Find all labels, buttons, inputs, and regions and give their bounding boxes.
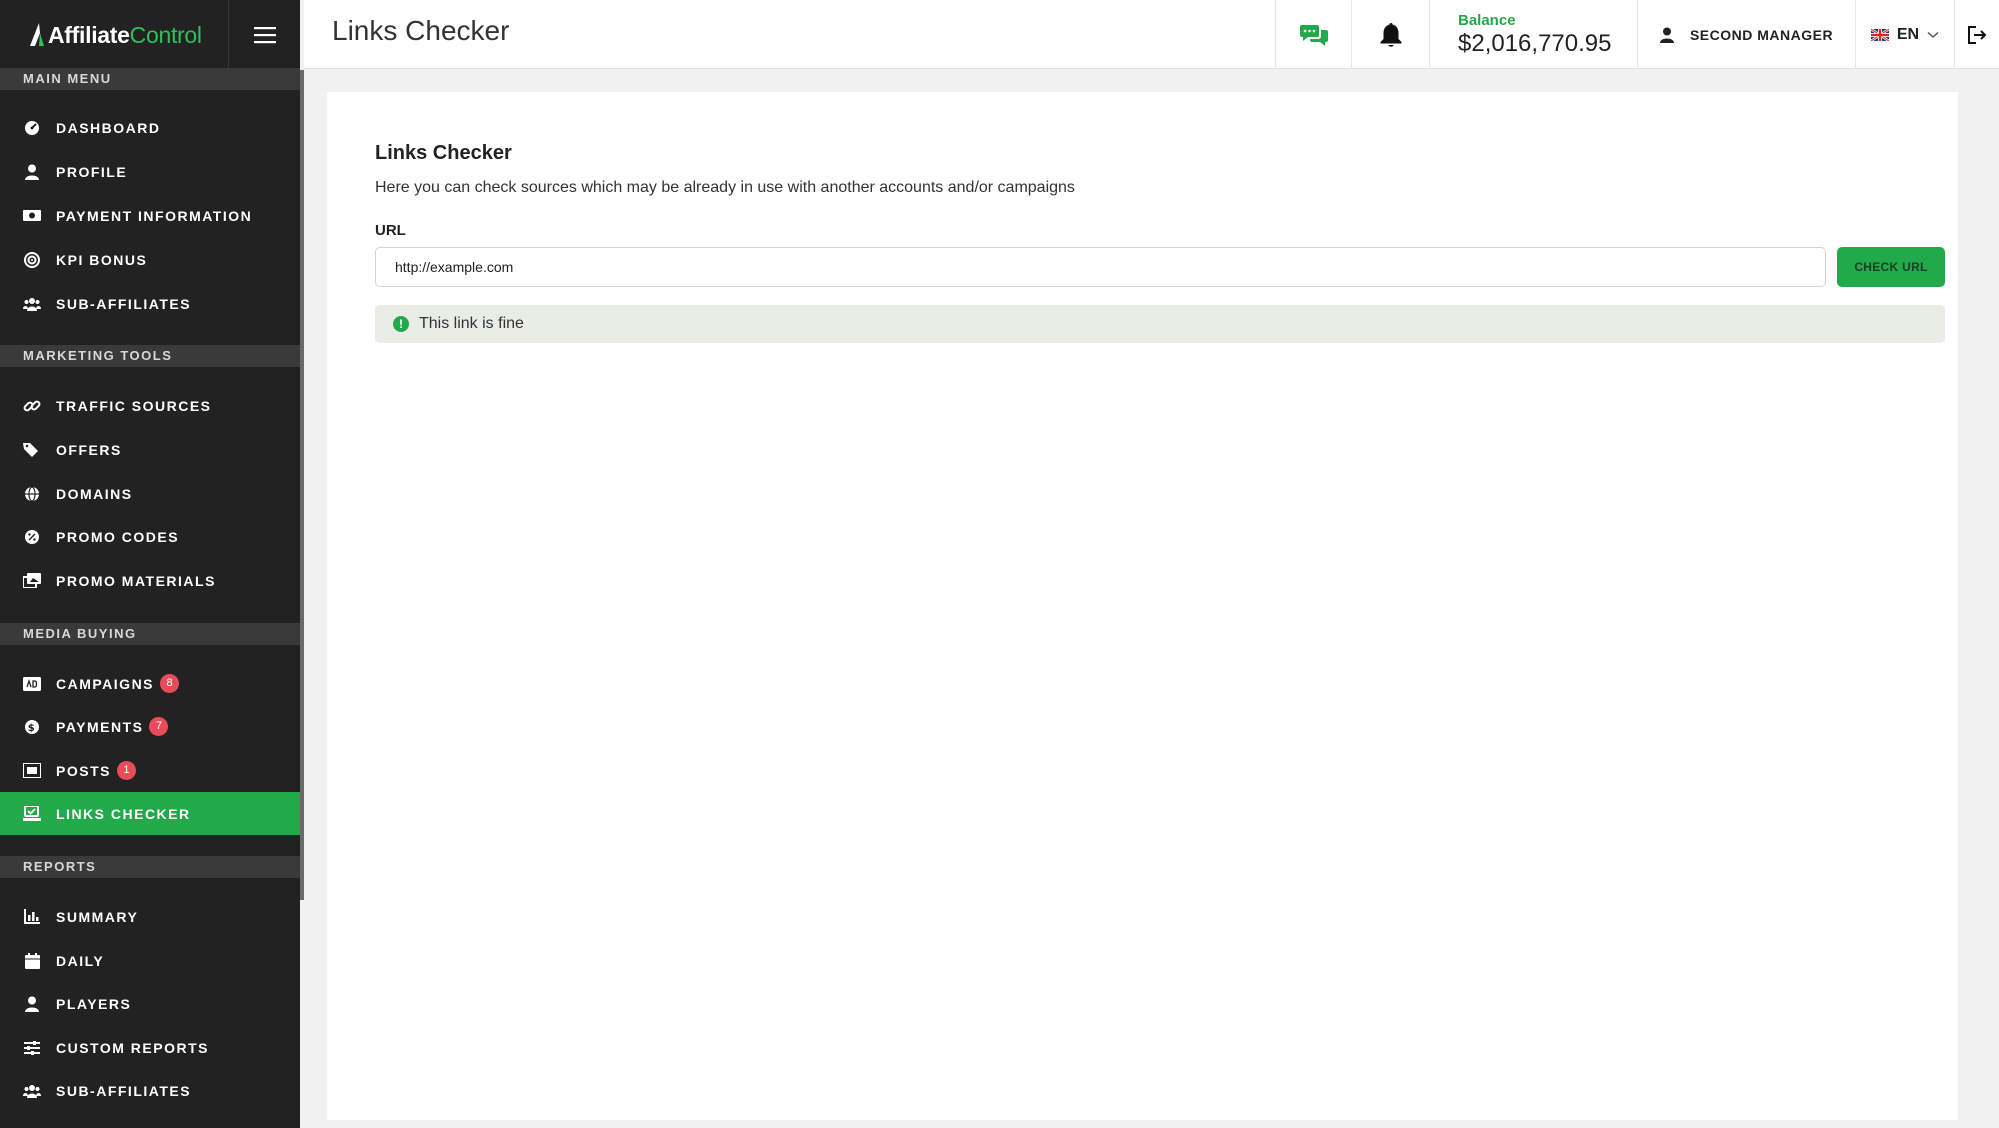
sidebar-item-traffic-sources[interactable]: TRAFFIC SOURCES [0,384,300,427]
bell-icon [1380,22,1401,47]
logout-button[interactable] [1954,0,1999,69]
sidebar-item-label: PAYMENTS [56,718,144,735]
exclamation-circle-icon: ! [393,316,409,332]
sidebar-item-label: SUB-AFFILIATES [56,295,192,312]
player-icon [23,995,41,1013]
sidebar-item-posts[interactable]: POSTS 1 [0,749,300,792]
chat-icon [1299,24,1328,46]
section-media-buying: MEDIA BUYING [0,623,300,645]
sidebar-item-label: PROMO MATERIALS [56,572,216,589]
payments-count-badge: 7 [149,717,169,736]
sidebar-item-links-checker[interactable]: LINKS CHECKER [0,792,300,835]
url-label: URL [375,222,406,239]
chart-icon [23,908,41,926]
sidebar-scrollbar[interactable] [300,70,304,900]
user-name: SECOND MANAGER [1689,26,1834,43]
check-url-button[interactable]: CHECK URL [1837,247,1945,287]
sidebar-item-domains[interactable]: DOMAINS [0,472,300,515]
calendar-icon [23,952,41,970]
logo-text: AffiliateControl [48,21,202,48]
target-icon [23,251,41,269]
balance-widget: Balance $2,016,770.95 [1429,0,1637,69]
result-alert: ! This link is fine [375,305,1945,343]
percent-icon [23,528,41,546]
language-label: EN [1896,25,1920,43]
sidebar-item-daily[interactable]: DAILY [0,939,300,982]
links-checker-card: Links Checker Here you can check sources… [327,92,1958,1120]
sidebar-item-promo-codes[interactable]: PROMO CODES [0,515,300,558]
sidebar-item-label: DOMAINS [56,485,133,502]
menu-toggle-button[interactable] [229,0,300,70]
card-title: Links Checker [375,142,512,164]
globe-icon [23,485,41,503]
sidebar-item-label: POSTS [56,762,111,779]
section-reports: REPORTS [0,856,300,878]
link-check-icon [23,805,41,823]
page-title: Links Checker [332,15,510,46]
sidebar-item-custom-reports[interactable]: CUSTOM REPORTS [0,1026,300,1069]
sliders-icon [23,1039,41,1057]
sidebar-item-summary[interactable]: SUMMARY [0,895,300,938]
sidebar-item-label: PROMO CODES [56,528,180,545]
sidebar-item-label: PAYMENT INFORMATION [56,207,253,224]
sidebar-item-label: SUMMARY [56,908,139,925]
sidebar-item-label: PROFILE [56,163,128,180]
dollar-icon: $ [23,718,41,736]
users-icon [23,295,41,313]
money-icon [23,207,41,225]
logo[interactable]: AffiliateControl [0,0,229,70]
card-description: Here you can check sources which may be … [375,179,1075,196]
language-selector[interactable]: EN [1855,0,1954,69]
notifications-button[interactable] [1351,0,1429,69]
logo-mark-icon [30,23,44,46]
sidebar-item-payment-information[interactable]: PAYMENT INFORMATION [0,194,300,237]
sidebar: AffiliateControl MAIN MENU DASHBOARD PRO… [0,0,300,1128]
dashboard-icon [23,119,41,137]
posts-icon [23,762,41,780]
campaigns-count-badge: 8 [160,674,180,693]
svg-text:$: $ [28,723,36,734]
sidebar-item-label: DASHBOARD [56,119,161,136]
sidebar-item-label: CUSTOM REPORTS [56,1039,209,1056]
sidebar-item-sub-affiliates[interactable]: SUB-AFFILIATES [0,282,300,325]
sidebar-item-sub-affiliates-report[interactable]: SUB-AFFILIATES [0,1069,300,1112]
uk-flag-icon [1870,28,1889,41]
link-icon [23,397,41,415]
users-icon [23,1082,41,1100]
sidebar-item-label: PLAYERS [56,995,132,1012]
chevron-down-icon [1927,31,1939,38]
hamburger-icon [253,27,276,44]
tags-icon [23,441,41,459]
section-marketing-tools: MARKETING TOOLS [0,345,300,367]
posts-count-badge: 1 [116,761,136,780]
sidebar-item-kpi-bonus[interactable]: KPI BONUS [0,238,300,281]
ad-icon [23,675,41,693]
sidebar-item-players[interactable]: PLAYERS [0,982,300,1025]
sidebar-item-offers[interactable]: OFFERS [0,428,300,471]
url-input[interactable] [375,247,1826,287]
sidebar-item-label: OFFERS [56,441,122,458]
user-icon [1659,27,1674,43]
sidebar-item-campaigns[interactable]: CAMPAIGNS 8 [0,662,300,705]
topbar: Links Checker Balance $2,016,770.95 SECO… [304,0,1999,69]
sidebar-item-profile[interactable]: PROFILE [0,150,300,193]
sidebar-item-promo-materials[interactable]: PROMO MATERIALS [0,559,300,602]
chat-button[interactable] [1275,0,1351,69]
images-icon [23,572,41,590]
section-main-menu: MAIN MENU [0,68,300,90]
logout-icon [1968,25,1987,44]
sidebar-item-label: LINKS CHECKER [56,805,191,822]
result-text: This link is fine [419,315,524,332]
sidebar-item-label: CAMPAIGNS [56,675,155,692]
balance-value: $2,016,770.95 [1458,29,1612,57]
user-icon [23,163,41,181]
sidebar-item-label: TRAFFIC SOURCES [56,397,212,414]
sidebar-item-label: KPI BONUS [56,251,148,268]
balance-label: Balance [1458,11,1516,29]
sidebar-item-payments[interactable]: $ PAYMENTS 7 [0,705,300,748]
sidebar-item-dashboard[interactable]: DASHBOARD [0,106,300,149]
sidebar-item-label: DAILY [56,952,105,969]
sidebar-item-label: SUB-AFFILIATES [56,1082,192,1099]
user-menu[interactable]: SECOND MANAGER [1637,0,1855,69]
